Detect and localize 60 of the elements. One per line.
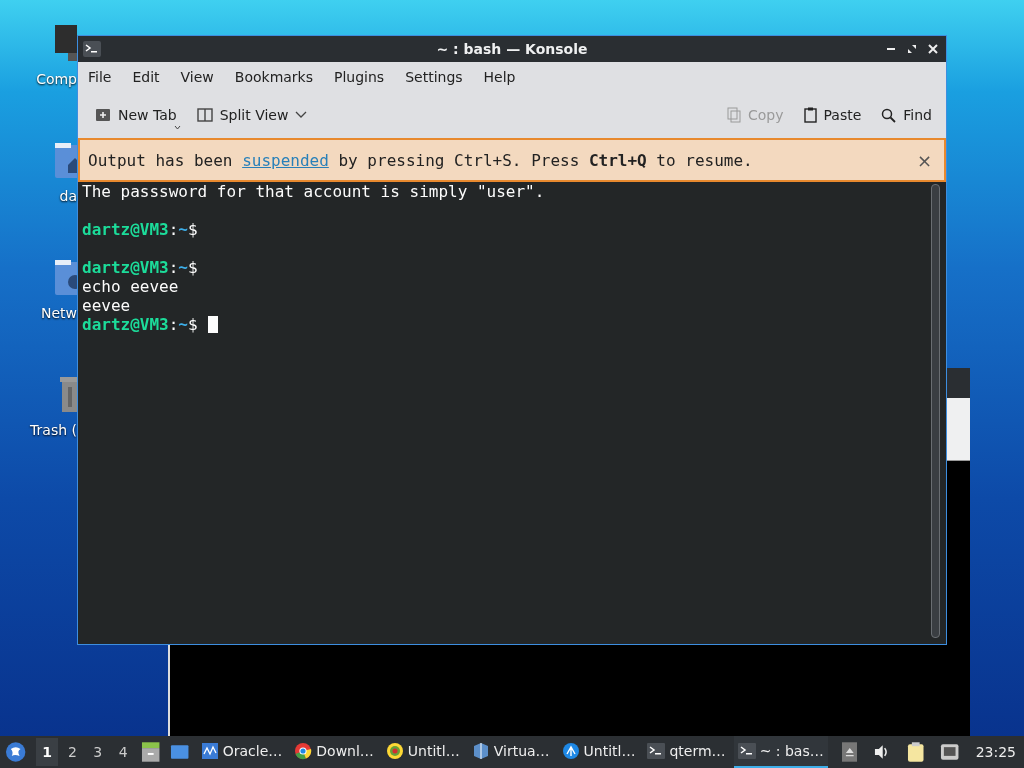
- terminal-icon: [737, 743, 756, 759]
- target-icon: [385, 742, 404, 760]
- restore-icon[interactable]: [907, 44, 917, 54]
- start-menu-icon[interactable]: [5, 741, 27, 763]
- task-button[interactable]: qterm…: [643, 736, 730, 768]
- split-view-icon: [196, 108, 213, 122]
- monitor-icon: [200, 742, 219, 760]
- terminal-icon: [647, 743, 666, 759]
- close-button[interactable]: ×: [912, 149, 936, 171]
- close-icon[interactable]: [928, 44, 938, 54]
- desktop-icon-label: Comp: [36, 71, 77, 87]
- desktop-icon-label: Netw: [40, 305, 77, 321]
- workspace-button[interactable]: 1: [36, 738, 58, 766]
- menu-item[interactable]: View: [180, 69, 214, 85]
- network-icon[interactable]: [940, 743, 960, 761]
- menu-item[interactable]: File: [88, 69, 112, 85]
- eject-icon[interactable]: [841, 742, 858, 762]
- search-icon: [881, 107, 897, 123]
- text-cursor: [207, 316, 218, 333]
- caret-icon: [173, 125, 181, 130]
- notification-message: Output has been suspended by pressing Ctrl+S. Press Ctrl+Q to resume.: [88, 150, 753, 170]
- terminal-output: The passsword for that account is simply "user".: [82, 182, 545, 201]
- workspace-button[interactable]: 3: [87, 738, 109, 766]
- new-tab-icon: [95, 108, 111, 122]
- task-button[interactable]: Untitl…: [557, 736, 640, 768]
- terminal-output: echo eevee: [82, 277, 179, 296]
- terminal-icon: [83, 41, 101, 57]
- desktop-icon[interactable]: [170, 743, 190, 761]
- shell-prompt: dartz@VM3:~$: [82, 258, 198, 277]
- caret-icon: [295, 111, 308, 119]
- workspace-button[interactable]: 4: [112, 738, 134, 766]
- scrollbar[interactable]: [931, 184, 940, 638]
- menu-item[interactable]: Plugins: [334, 69, 385, 85]
- copy-icon: [727, 107, 741, 123]
- shell-prompt: dartz@VM3:~$: [82, 220, 198, 239]
- toolbar-button[interactable]: Split View: [196, 107, 308, 123]
- terminal-output: eevee: [82, 296, 131, 315]
- menu-item[interactable]: Bookmarks: [234, 69, 313, 85]
- shell-prompt: dartz@VM3:~$: [82, 315, 198, 334]
- browser-icon: [294, 742, 313, 760]
- menu-item[interactable]: Help: [483, 69, 516, 85]
- task-button[interactable]: Untitl…: [381, 736, 464, 768]
- window-title: ~ : bash — Konsole: [436, 41, 588, 57]
- task-button[interactable]: ~ : bas…: [733, 736, 828, 768]
- desktop-icon-label: Trash (: [30, 422, 77, 438]
- task-button[interactable]: Virtua…: [467, 736, 554, 768]
- desktop-icon-label: da: [59, 188, 77, 204]
- cube-icon: [471, 742, 490, 760]
- menu-item[interactable]: Edit: [132, 69, 160, 85]
- menu-item[interactable]: Settings: [405, 69, 463, 85]
- task-button[interactable]: Downl…: [290, 736, 378, 768]
- workspace-button[interactable]: 2: [61, 738, 84, 766]
- task-button[interactable]: Oracle…: [196, 736, 287, 768]
- clipboard-icon[interactable]: [906, 741, 925, 763]
- toolbar-button[interactable]: Paste: [803, 107, 862, 123]
- clipboard-icon: [803, 107, 817, 123]
- toolbar-button[interactable]: New Tab: [95, 107, 177, 123]
- file-cabinet-icon[interactable]: [140, 741, 161, 763]
- clock: 23:25: [975, 744, 1017, 760]
- toolbar-button[interactable]: Find: [881, 107, 932, 123]
